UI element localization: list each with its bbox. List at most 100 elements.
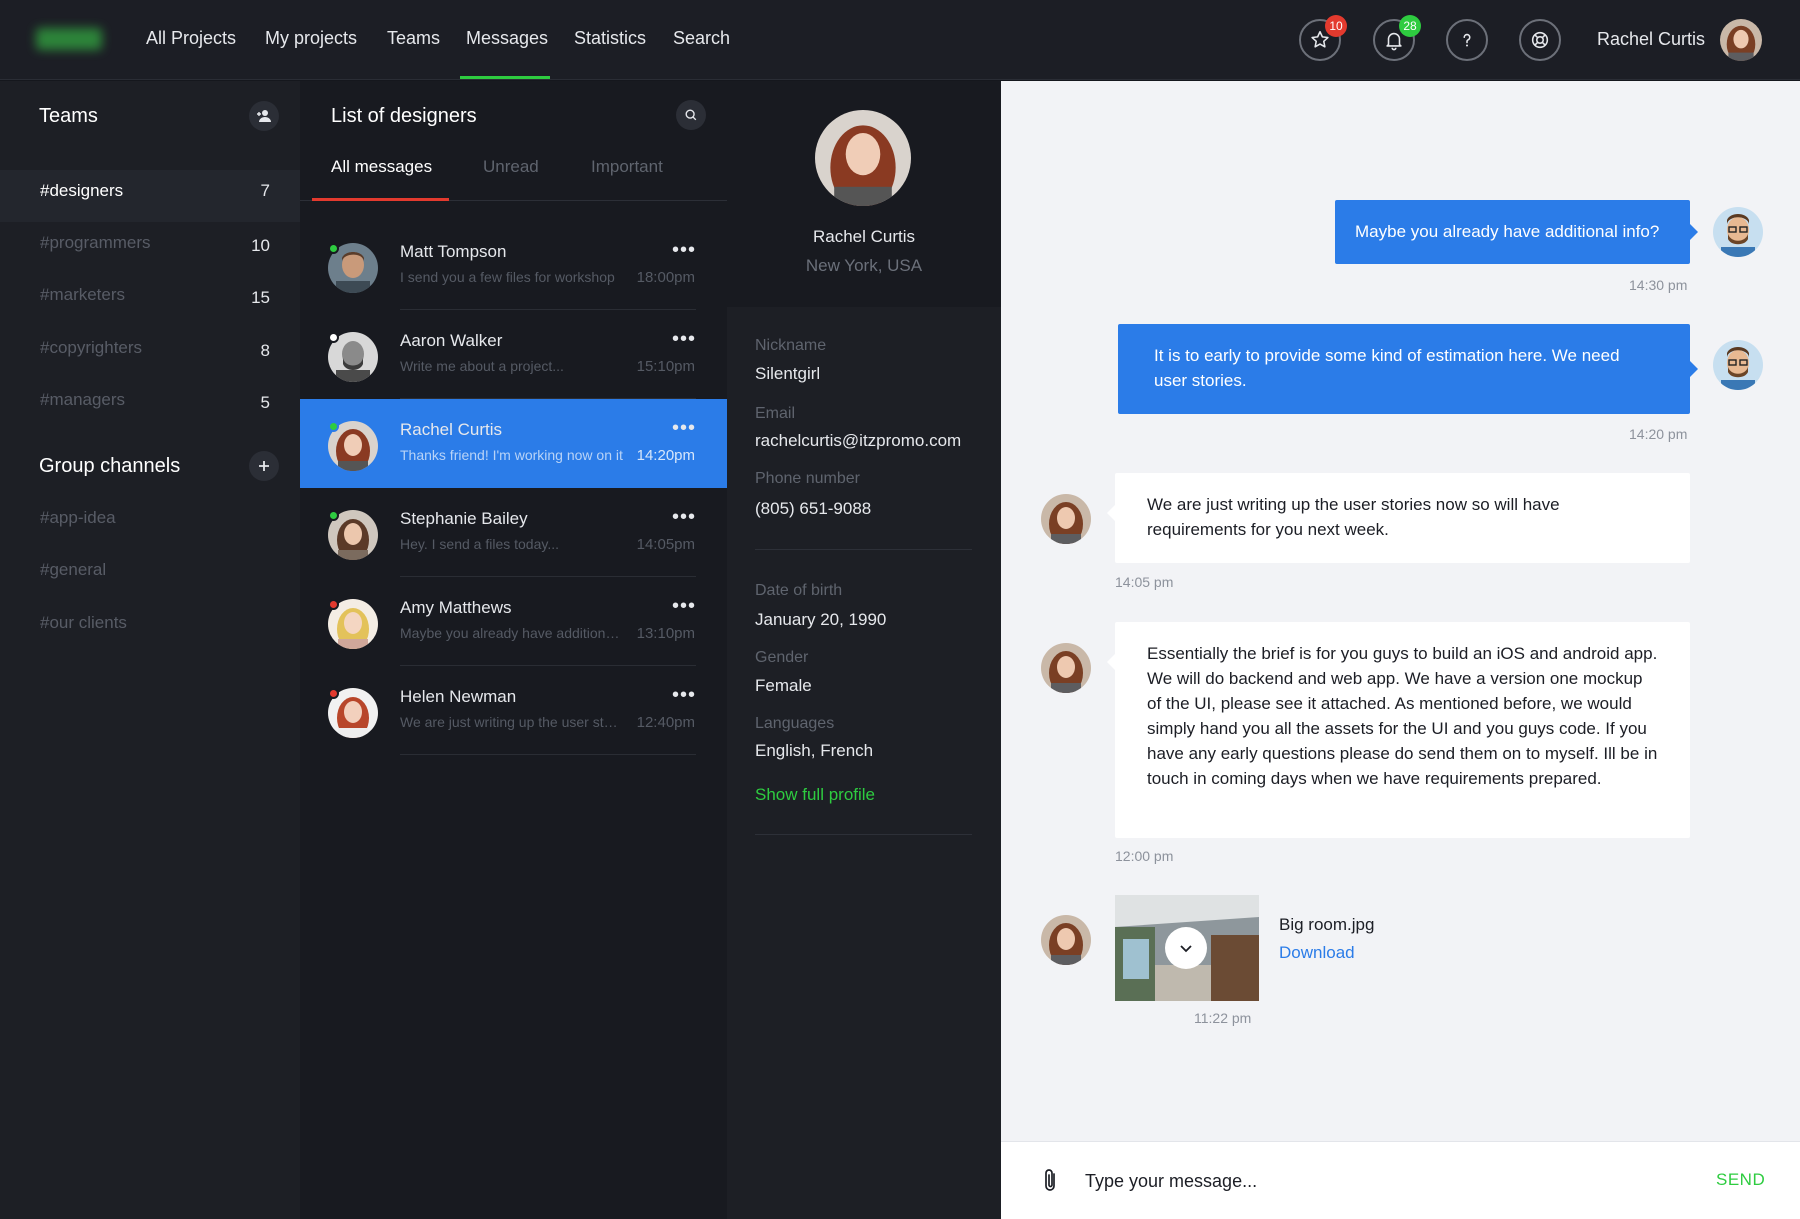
more-options-button[interactable]: ••• [672,595,696,618]
show-full-profile-link[interactable]: Show full profile [755,785,875,805]
row-preview: Hey. I send a files today... [400,536,560,552]
email-label: Email [755,405,796,422]
message-text: It is to early to provide some kind of e… [1154,346,1620,390]
gender-value: Female [755,676,812,695]
row-contact-name: Helen Newman [400,687,517,706]
message-composer: SEND [1001,1141,1800,1219]
current-user-name[interactable]: Rachel Curtis [1597,29,1705,50]
add-team-member-button[interactable] [249,101,279,131]
paperclip-icon[interactable] [1039,1167,1061,1195]
profile-name: Rachel Curtis [812,227,916,246]
notifications-button[interactable]: 28 [1373,15,1421,61]
nav-all-projects[interactable]: All Projects [146,28,236,49]
message-time: 14:30 pm [1629,277,1688,293]
phone-value[interactable]: (805) 651-9088 [755,499,871,519]
plus-icon [259,461,269,471]
profile-divider [755,834,972,835]
nav-messages[interactable]: Messages [466,28,548,49]
send-button[interactable]: SEND [1716,1170,1765,1190]
row-preview: We are just writing up the user stories [400,714,625,730]
channel-our-clients[interactable]: #our clients [40,613,127,633]
attachment-download-link[interactable]: Download [1279,943,1355,963]
tab-all-messages[interactable]: All messages [331,157,432,177]
teams-title: Teams [39,105,98,127]
active-tab-indicator [312,198,449,201]
team-designers-count: 7 [260,181,270,200]
team-managers[interactable]: #managers [40,390,125,410]
team-copyrighters[interactable]: #copyrighters [40,338,142,358]
message-time: 14:20 pm [1629,426,1688,442]
tab-unread[interactable]: Unread [483,157,539,177]
channel-app-idea[interactable]: #app-idea [40,508,116,528]
more-options-button[interactable]: ••• [672,417,696,440]
download-attachment-button[interactable] [1165,927,1207,969]
support-button[interactable] [1519,19,1561,61]
favorites-button[interactable]: 10 [1299,15,1347,61]
online-status-dot [328,421,339,432]
list-search-button[interactable] [676,100,706,130]
app-logo[interactable] [36,28,102,50]
email-value[interactable]: rachelcurtis@itzpromo.com [755,431,961,451]
status-dot [328,332,339,343]
chevron-down-icon [1180,945,1192,953]
row-time: 13:10pm [636,625,695,642]
row-preview: Maybe you already have additional info? [400,625,625,641]
conversation-row[interactable]: Matt Tompson I send you a few files for … [300,221,727,310]
conversation-row[interactable]: Aaron Walker Write me about a project...… [300,310,727,399]
profile-header: Rachel Curtis New York, USA [727,81,1001,307]
team-programmers[interactable]: #programmers [40,233,151,253]
message-text: Essentially the brief is for you guys to… [1147,644,1658,788]
row-time: 12:40pm [636,714,695,731]
birth-date-value: January 20, 1990 [755,610,887,629]
row-contact-name: Stephanie Bailey [400,509,528,528]
message-time: 14:05 pm [1115,574,1174,590]
more-options-button[interactable]: ••• [672,506,696,529]
row-time: 18:00pm [636,269,695,286]
more-options-button[interactable]: ••• [672,684,696,707]
nav-statistics[interactable]: Statistics [574,28,646,49]
top-navigation-bar: All Projects My projects Teams Messages … [0,0,1800,80]
row-time: 14:05pm [636,536,695,553]
languages-label: Languages [755,715,835,732]
user-avatar[interactable] [1720,19,1762,61]
offline-status-dot [328,599,339,610]
add-channel-button[interactable] [249,451,279,481]
message-bubble-outgoing: It is to early to provide some kind of e… [1118,324,1698,414]
birth-date-label: Date of birth [755,582,843,599]
team-marketers-count: 15 [251,288,270,307]
more-options-button[interactable]: ••• [672,328,696,351]
team-marketers[interactable]: #marketers [40,285,125,305]
message-bubble-incoming: Essentially the brief is for you guys to… [1107,622,1690,838]
row-contact-name: Rachel Curtis [400,420,503,439]
conversation-row[interactable]: Amy Matthews Maybe you already have addi… [300,577,727,666]
lifebuoy-icon [1531,31,1549,49]
profile-avatar [815,110,911,206]
tab-important[interactable]: Important [591,157,663,177]
team-designers[interactable]: #designers [40,181,123,201]
channel-general[interactable]: #general [40,560,106,580]
chat-area: Maybe you already have additional info? … [1001,81,1800,1219]
sender-avatar [1041,643,1091,693]
row-contact-name: Matt Tompson [400,242,507,261]
conversation-row[interactable]: Stephanie Bailey Hey. I send a files tod… [300,488,727,577]
online-status-dot [328,510,339,521]
conversation-list-panel: List of designers All messages Unread Im… [300,81,727,1219]
message-input[interactable] [1085,1164,1645,1198]
nav-my-projects[interactable]: My projects [265,28,357,49]
conversation-row-active[interactable]: Rachel Curtis Thanks friend! I'm working… [300,399,727,488]
nav-teams[interactable]: Teams [387,28,440,49]
message-text: We are just writing up the user stories … [1147,495,1560,539]
row-preview: Write me about a project... [400,358,564,374]
row-contact-name: Aaron Walker [400,331,503,350]
gender-label: Gender [755,649,809,666]
favorites-badge: 10 [1325,15,1347,37]
help-button[interactable] [1446,19,1488,61]
nav-search[interactable]: Search [673,28,730,49]
nickname-value: Silentgirl [755,364,821,383]
profile-location: New York, USA [805,256,923,275]
add-user-icon [257,110,271,122]
list-title: List of designers [331,105,477,127]
more-options-button[interactable]: ••• [672,239,696,262]
offline-status-dot [328,688,339,699]
conversation-row[interactable]: Helen Newman We are just writing up the … [300,666,727,755]
